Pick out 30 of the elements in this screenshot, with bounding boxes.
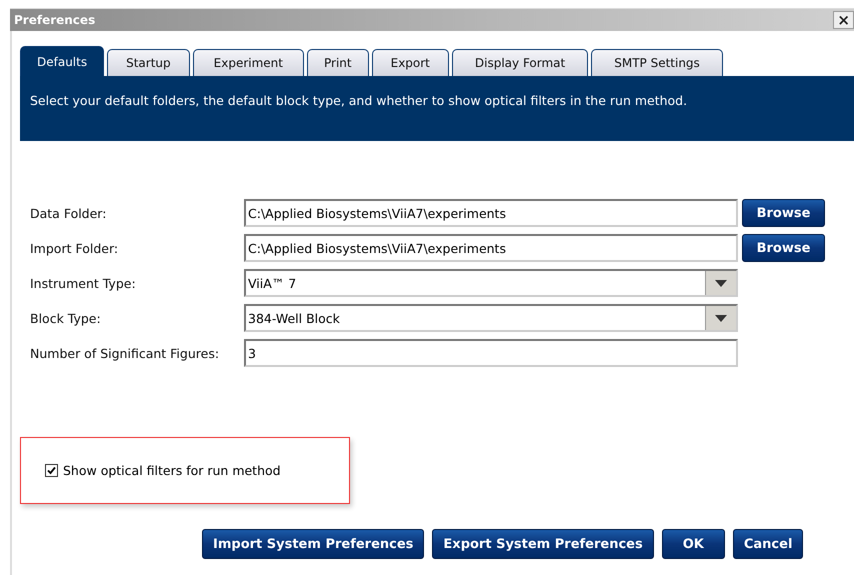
dialog-button[interactable]: Cancel xyxy=(732,529,804,559)
caret-icon xyxy=(715,280,727,286)
field-label: Instrument Type: xyxy=(30,276,137,290)
checkbox-label: Show optical filters for run method xyxy=(63,463,281,478)
dropdown[interactable]: ViiA™ 7 xyxy=(244,269,738,297)
tab[interactable]: Experiment xyxy=(192,49,304,76)
tab[interactable]: SMTP Settings xyxy=(591,49,723,76)
tab[interactable]: Defaults xyxy=(20,46,104,76)
field-label: Data Folder: xyxy=(30,206,108,220)
input-field[interactable]: 3 xyxy=(244,339,738,367)
tab[interactable]: Print xyxy=(307,49,369,76)
field-label: Block Type: xyxy=(30,310,102,326)
window-title: Preferences xyxy=(13,13,96,27)
dialog-button[interactable]: Import System Preferences xyxy=(202,529,424,559)
description-banner: Select your default folders, the default block type, and whether to show optical filters in the run method. xyxy=(20,76,854,141)
dialog-button[interactable]: OK xyxy=(662,529,725,559)
dropdown[interactable]: 384-Well Block xyxy=(244,304,738,332)
close-button[interactable]: × xyxy=(833,11,854,29)
tab[interactable]: Display Format xyxy=(452,49,588,76)
dialog-button[interactable]: Export System Preferences xyxy=(432,529,654,559)
input-field[interactable]: C:\Applied Biosystems\ViiA7\experiments xyxy=(244,234,738,262)
tab[interactable]: Startup xyxy=(107,49,190,76)
browse-button[interactable]: Browse xyxy=(742,234,825,262)
input-field[interactable]: C:\Applied Biosystems\ViiA7\experiments xyxy=(244,199,738,227)
field-label: Import Folder: xyxy=(30,240,120,256)
caret-icon xyxy=(715,314,727,322)
checkbox[interactable] xyxy=(45,464,58,477)
browse-button[interactable]: Browse xyxy=(742,199,825,227)
tab[interactable]: Export xyxy=(372,49,449,76)
field-label: Number of Significant Figures: xyxy=(30,346,220,360)
